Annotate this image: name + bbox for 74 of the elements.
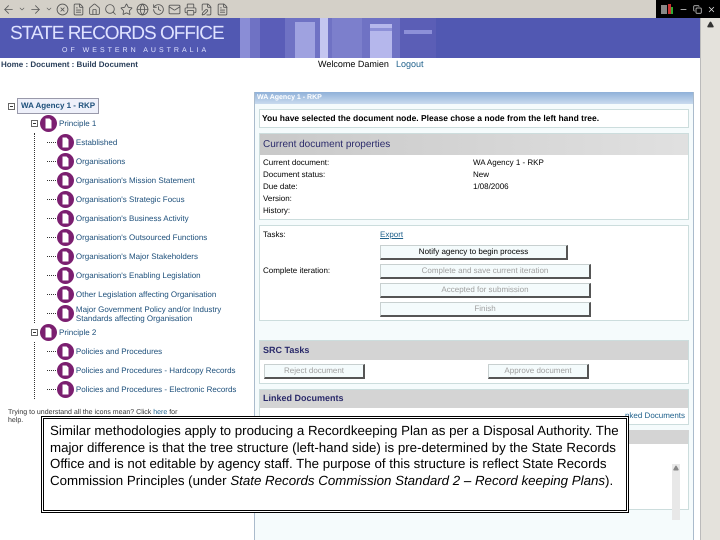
printer-icon[interactable] (184, 2, 197, 16)
action-button[interactable]: Notify agency to begin process (380, 244, 568, 260)
collapse-icon[interactable] (31, 120, 38, 127)
document-node-icon (56, 305, 74, 322)
star-icon[interactable] (120, 2, 133, 16)
tasks-label: Tasks: (263, 228, 287, 241)
property-value: 1/08/2006 (473, 180, 510, 193)
section-header: Linked Documents (260, 390, 688, 408)
document-node-icon (56, 191, 74, 208)
back-icon[interactable] (2, 2, 15, 16)
tree-item[interactable]: Organisation's Strategic Focus (76, 195, 254, 204)
property-label: Due date: (263, 180, 299, 193)
document-node-icon (56, 229, 74, 246)
tree-item[interactable]: Policies and Procedures - Electronic Records (76, 385, 254, 394)
iteration-label: Complete iteration: (263, 265, 332, 278)
document-node-icon (56, 210, 74, 227)
forward-icon[interactable] (29, 2, 42, 16)
section-header: SRC Tasks (260, 340, 688, 360)
document-node-icon (56, 134, 74, 151)
document-node-icon (56, 172, 74, 189)
welcome-text: Welcome Damien (318, 58, 390, 72)
app-icon (660, 3, 674, 15)
property-label: Version: (263, 192, 293, 205)
tree-item[interactable]: Policies and Procedures - Hardcopy Records (76, 366, 254, 375)
tree-item[interactable]: Organisation's Business Activity (76, 214, 254, 223)
tree-item[interactable]: Organisations (76, 157, 254, 166)
document-icon[interactable] (216, 2, 229, 16)
tree-item[interactable]: Established (76, 138, 254, 147)
close-icon[interactable] (707, 4, 716, 14)
tree-item[interactable]: Organisation's Enabling Legislation (76, 271, 254, 280)
document-node-icon (40, 115, 57, 132)
document-node-icon (56, 286, 74, 303)
property-value: WA Agency 1 - RKP (473, 156, 545, 169)
message: You have selected the document node. Please chose a node from the left hand tree. (259, 109, 689, 128)
tree-item[interactable]: Organisation's Mission Statement (76, 176, 254, 185)
tree-item[interactable]: Policies and Procedures (76, 347, 254, 356)
document-node-icon (56, 248, 74, 265)
property-label: History: (263, 204, 292, 217)
section-header: Current document properties (260, 134, 688, 155)
tree-item[interactable]: Principle 1 (59, 119, 239, 128)
tree-root[interactable]: WA Agency 1 - RKP (17, 98, 100, 114)
export-link[interactable]: Export (380, 228, 685, 241)
tree-item[interactable]: Organisation's Major Stakeholders (76, 252, 254, 261)
tree-item[interactable]: Principle 2 (59, 328, 239, 337)
globe-icon[interactable] (136, 2, 149, 16)
property-label: Document status: (263, 168, 326, 181)
stop-icon[interactable] (56, 2, 69, 16)
collapse-icon[interactable] (31, 329, 38, 336)
page-icon[interactable] (72, 2, 85, 16)
callout-text: Similar methodologies apply to producing a Recordkeeping Plan as per a Disposal Authority. The major difference is that the tree structure (left-hand side) is pre-determined by the State Records Office and is not editable by agency staff. The purpose of this structure is reflect State Records Commission Principles (under State Records Commission Standard 2 – Record keeping Plans). (50, 423, 620, 489)
search-icon[interactable] (104, 2, 117, 16)
tree-item[interactable]: Organisation's Outsourced Functions (76, 233, 254, 242)
home-icon[interactable] (88, 2, 101, 16)
caret-icon[interactable] (45, 5, 53, 13)
scroll-up-icon[interactable] (707, 21, 714, 28)
mail-icon[interactable] (168, 2, 181, 16)
logout-link[interactable]: Logout (396, 58, 424, 72)
banner-title: STATE RECORDS OFFICE (10, 22, 225, 46)
edit-icon[interactable] (200, 2, 213, 16)
document-node-icon (56, 267, 74, 284)
document-node-icon (56, 343, 74, 360)
tree-item[interactable]: Major Government Policy and/or Industry Standards affecting Organisation (76, 304, 254, 322)
tree-item[interactable]: Other Legislation affecting Organisation (76, 290, 254, 299)
collapse-icon[interactable] (8, 102, 15, 110)
restore-icon[interactable] (693, 4, 702, 14)
document-node-icon (40, 324, 57, 341)
document-node-icon (56, 153, 74, 170)
history-icon[interactable] (152, 2, 165, 16)
property-value: New (473, 168, 490, 181)
property-label: Current document: (263, 156, 330, 169)
document-node-icon (56, 381, 74, 398)
breadcrumb: Home : Document : Build Document (0, 59, 139, 71)
caret-icon[interactable] (18, 5, 26, 13)
document-node-icon (56, 362, 74, 379)
